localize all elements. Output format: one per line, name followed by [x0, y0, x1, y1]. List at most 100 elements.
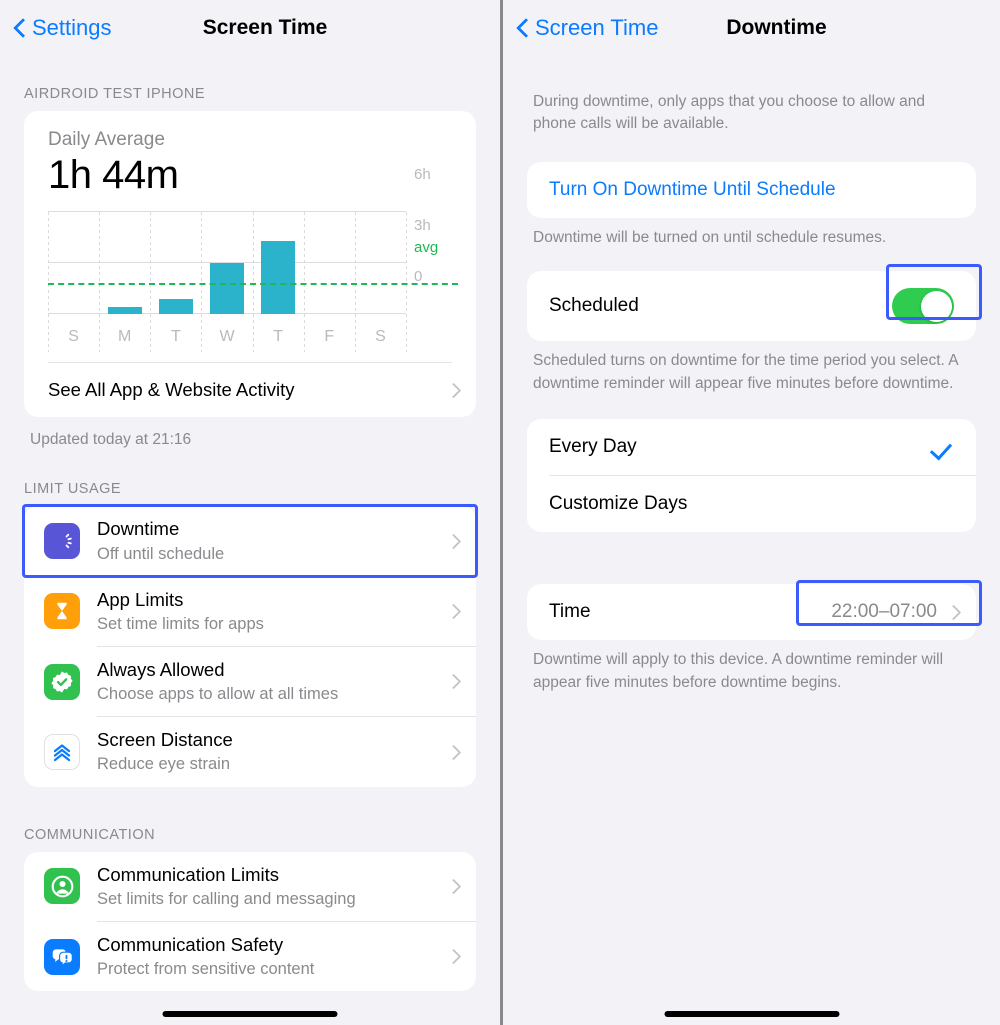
chevron-right-icon: [448, 382, 458, 399]
row-title: Screen Distance: [97, 729, 233, 751]
updated-timestamp: Updated today at 21:16: [30, 431, 192, 448]
summary-block: Daily Average 1h 44m: [24, 111, 476, 198]
chart-bar-cell: [48, 212, 99, 314]
chart-bar[interactable]: [209, 263, 244, 314]
chart-bar-cell: [355, 212, 406, 314]
left-navbar: Settings Screen Time: [0, 0, 500, 56]
time-footnote: Downtime will apply to this device. A do…: [533, 651, 944, 691]
settings-row-always-allowed[interactable]: Always Allowed Choose apps to allow at a…: [24, 647, 476, 716]
chevron-right-icon: [948, 604, 958, 621]
chevron-right-icon: [448, 533, 458, 550]
turn-on-downtime-card: Turn On Downtime Until Schedule: [527, 161, 976, 218]
back-label: Settings: [32, 15, 112, 40]
chart-average-label: avg: [414, 238, 439, 256]
dual-screenshot: Settings Screen Time AIRDROID TEST IPHON…: [0, 0, 1000, 1025]
communication-card: Communication Limits Set limits for call…: [24, 851, 476, 992]
settings-row-downtime[interactable]: Downtime Off until schedule: [24, 506, 476, 575]
every-day-row[interactable]: Every Day: [527, 419, 976, 475]
daily-average-value: 1h 44m: [48, 153, 179, 197]
chevron-right-icon: [448, 744, 458, 761]
row-title: Downtime: [97, 518, 180, 540]
chevron-left-icon: [14, 17, 27, 39]
row-text: Downtime Off until schedule: [97, 517, 448, 564]
row-subtitle: Off until schedule: [97, 544, 225, 563]
turn-on-downtime-label: Turn On Downtime Until Schedule: [549, 178, 836, 200]
scheduled-card: Scheduled: [527, 271, 976, 342]
scheduled-toggle[interactable]: [892, 288, 954, 325]
row-subtitle: Choose apps to allow at all times: [97, 685, 339, 704]
downtime-screen: Screen Time Downtime During downtime, on…: [503, 0, 1000, 1025]
time-card: Time 22:00–07:00: [527, 584, 976, 641]
row-subtitle: Set time limits for apps: [97, 614, 264, 633]
chart-x-tick: T: [170, 328, 181, 345]
home-indicator: [664, 1011, 839, 1017]
weekly-usage-chart[interactable]: S M T W T F S 0 3h 6h avg: [48, 166, 458, 352]
time-row[interactable]: Time 22:00–07:00: [527, 584, 976, 640]
chart-average-line: [48, 282, 458, 285]
person-circle-icon: [44, 868, 80, 905]
daily-average-label: Daily Average: [48, 129, 165, 150]
usage-summary-card: Daily Average 1h 44m S M T W T F S 0 3h 6h avg Se…: [24, 111, 476, 417]
chart-plot-area: [48, 211, 458, 352]
chart-x-tick: F: [324, 328, 335, 345]
row-text: Screen Distance Reduce eye strain: [97, 728, 448, 775]
chevron-left-icon: [517, 17, 530, 39]
see-all-activity-row[interactable]: See All App & Website Activity: [24, 363, 476, 417]
time-value-group[interactable]: 22:00–07:00: [831, 601, 958, 623]
see-all-activity-label: See All App & Website Activity: [48, 379, 295, 400]
chart-x-tick: S: [375, 328, 386, 345]
chart-bar[interactable]: [107, 307, 142, 314]
scheduled-label: Scheduled: [549, 295, 639, 317]
row-title: Communication Limits: [97, 863, 279, 885]
chart-bars: [48, 212, 406, 314]
chart-bar[interactable]: [158, 298, 193, 314]
chart-y-axis-labels: 0 3h 6h avg: [408, 166, 458, 314]
right-navbar: Screen Time Downtime: [503, 0, 1000, 56]
day-selection-card: Every Day Customize Days: [527, 419, 976, 533]
back-to-screen-time-button[interactable]: Screen Time: [517, 15, 659, 41]
downtime-clock-icon: [44, 523, 80, 560]
row-text: App Limits Set time limits for apps: [97, 588, 448, 635]
back-to-settings-button[interactable]: Settings: [14, 15, 112, 41]
chart-x-tick: M: [118, 328, 132, 345]
chart-bar-cell: [150, 212, 201, 314]
customize-days-row[interactable]: Customize Days: [527, 476, 976, 532]
chart-x-tick: S: [68, 328, 79, 345]
settings-row-communication-safety[interactable]: Communication Safety Protect from sensit…: [24, 922, 476, 991]
screen-time-screen: Settings Screen Time AIRDROID TEST IPHON…: [0, 0, 500, 1025]
chart-y-tick: 0: [414, 268, 423, 285]
settings-row-communication-limits[interactable]: Communication Limits Set limits for call…: [24, 852, 476, 921]
chevron-right-icon: [448, 878, 458, 895]
turn-on-footnote: Downtime will be turned on until schedul…: [533, 228, 887, 246]
settings-row-screen-distance[interactable]: Screen Distance Reduce eye strain: [24, 717, 476, 786]
scheduled-row[interactable]: Scheduled: [527, 271, 976, 341]
limit-usage-card: Downtime Off until schedule App Limits S…: [22, 504, 478, 787]
row-subtitle: Set limits for calling and messaging: [97, 889, 356, 908]
row-text: Communication Safety Protect from sensit…: [97, 933, 448, 980]
checkmark-icon: [932, 436, 954, 458]
chart-y-tick: 3h: [414, 217, 431, 234]
back-label: Screen Time: [535, 15, 659, 40]
turn-on-downtime-button[interactable]: Turn On Downtime Until Schedule: [527, 162, 976, 218]
toggle-knob: [920, 290, 952, 322]
communication-section-label: COMMUNICATION: [24, 826, 156, 843]
row-title: Communication Safety: [97, 934, 284, 956]
row-title: Always Allowed: [97, 659, 225, 681]
chart-bar[interactable]: [261, 240, 296, 314]
hourglass-icon: [44, 593, 80, 630]
chart-y-tick: 6h: [414, 166, 431, 183]
row-text: Always Allowed Choose apps to allow at a…: [97, 658, 448, 705]
chart-x-axis-labels: SMTWTFS: [48, 328, 406, 346]
limit-usage-section-label: LIMIT USAGE: [24, 481, 122, 498]
row-title: App Limits: [97, 588, 184, 610]
device-section-label: AIRDROID TEST IPHONE: [24, 86, 206, 102]
chat-alert-icon: [44, 938, 80, 975]
row-text: Communication Limits Set limits for call…: [97, 863, 448, 910]
chevron-right-icon: [448, 948, 458, 965]
chart-x-tick: T: [273, 328, 284, 345]
chart-bar-cell: [99, 212, 150, 314]
time-value: 22:00–07:00: [831, 601, 937, 623]
settings-row-app-limits[interactable]: App Limits Set time limits for apps: [24, 577, 476, 646]
chevrons-up-icon: [44, 734, 80, 771]
customize-days-label: Customize Days: [549, 493, 688, 515]
